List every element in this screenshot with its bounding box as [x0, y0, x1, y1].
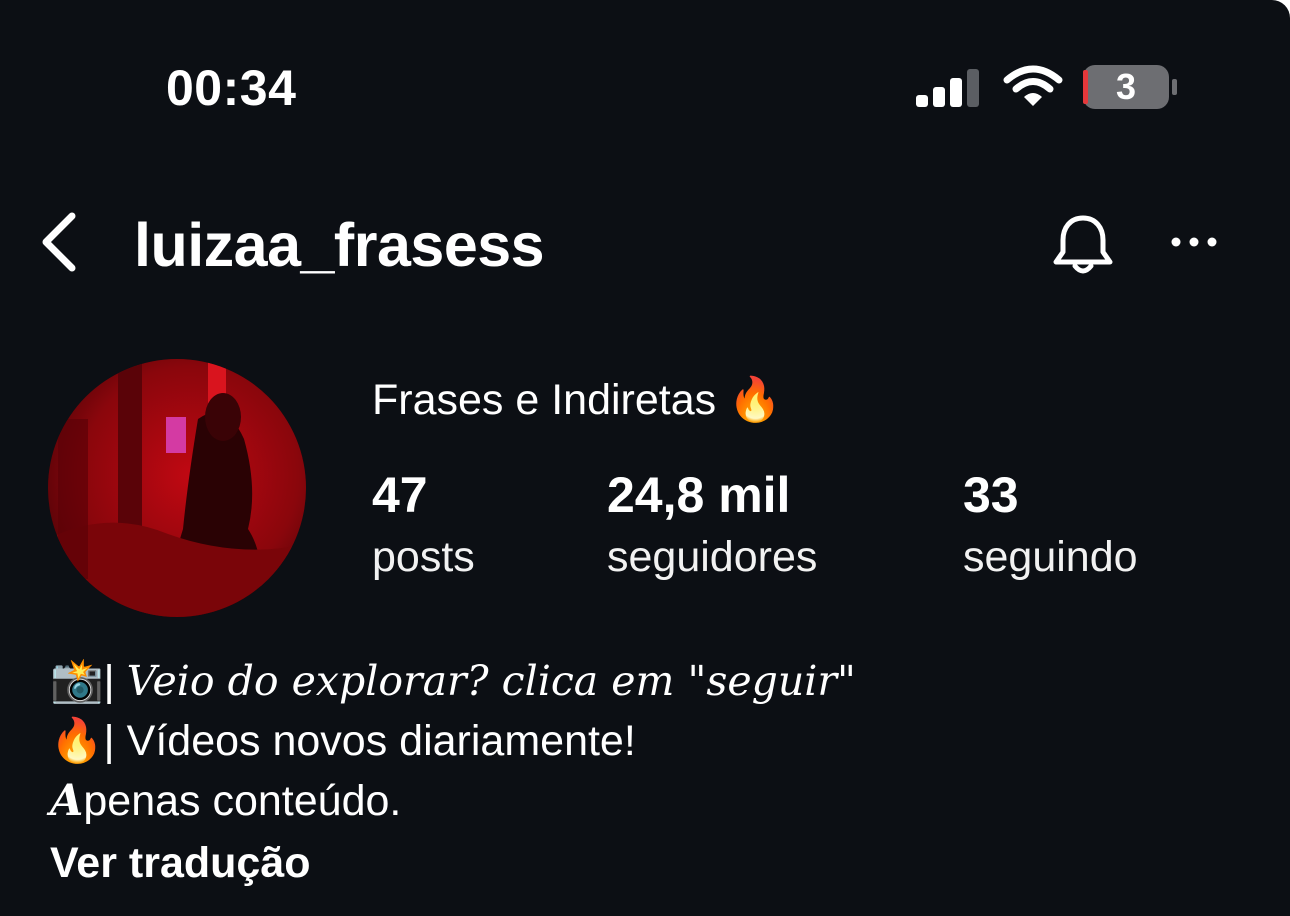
stat-following[interactable]: 33 seguindo — [963, 464, 1138, 588]
profile-screen: 00:34 3 luizaa_frasess Frases e Indireta… — [0, 0, 1290, 916]
bio-line-1: 📸| Veio do explorar? clica em "seguir" — [50, 652, 856, 710]
stat-posts-value: 47 — [372, 467, 428, 523]
stat-following-label: seguindo — [963, 533, 1138, 581]
see-translation-link[interactable]: Ver tradução — [50, 834, 311, 892]
cellular-signal-icon — [916, 69, 979, 107]
profile-display-name: Frases e Indiretas 🔥 — [372, 376, 782, 424]
bio-line-1-text: Veio do explorar? clica em "seguir" — [126, 657, 856, 705]
stat-following-value: 33 — [963, 467, 1019, 523]
status-time: 00:34 — [166, 60, 297, 116]
bio-line-3-rest: penas conteúdo. — [83, 777, 402, 825]
battery-level: 3 — [1115, 66, 1137, 107]
stat-posts-label: posts — [372, 533, 475, 581]
back-chevron-icon[interactable] — [36, 210, 82, 274]
profile-username: luizaa_frasess — [134, 211, 545, 279]
bio-line-1-prefix: 📸| — [50, 657, 127, 705]
stat-followers[interactable]: 24,8 mil seguidores — [607, 464, 817, 588]
bio-line-2: 🔥| Vídeos novos diariamente! — [50, 717, 636, 765]
more-options-icon[interactable] — [1168, 230, 1220, 254]
bell-icon[interactable] — [1050, 212, 1116, 278]
bio-line-3: Apenas conteúdo. — [50, 772, 401, 830]
wifi-icon — [1003, 65, 1063, 106]
profile-avatar[interactable] — [48, 359, 306, 617]
stat-followers-label: seguidores — [607, 533, 818, 581]
stat-posts[interactable]: 47 posts — [372, 464, 475, 588]
stat-followers-value: 24,8 mil — [607, 467, 791, 523]
bio-line-3-cap: A — [50, 776, 84, 826]
